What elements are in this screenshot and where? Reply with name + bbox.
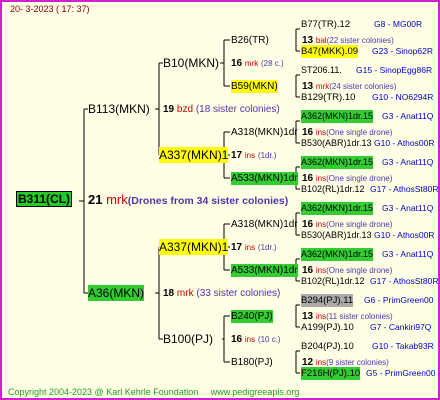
gen3-note-8: (9 sister colonies) xyxy=(326,358,389,367)
leaf-7[interactable]: A362(MKN)1dr.15 xyxy=(301,156,374,169)
leaf-1[interactable]: B77(TR).12 xyxy=(301,18,350,31)
gen3-mark-5: ins xyxy=(315,220,327,229)
leaf-info-14: G7 - Cankiri97Q xyxy=(370,322,432,332)
leaf-info-9: G3 - Anat11Q xyxy=(382,203,434,213)
gen2-count-3: 17 xyxy=(231,242,243,253)
gen3-note-2: (24 sister colonies) xyxy=(329,82,397,91)
leaf-16[interactable]: F216H(PJ).10 xyxy=(301,367,361,380)
sire-queen[interactable]: B113(MKN) xyxy=(88,101,150,117)
gen2-drone-info-2: 17 ins (1dr.) xyxy=(231,149,277,162)
leaf-14[interactable]: A199(PJ).10 xyxy=(301,321,354,334)
leaf-info-5: G3 - Anat11Q xyxy=(382,111,434,121)
gen3-queen-6[interactable]: A533(MKN)1dr xyxy=(231,264,298,277)
root-queen-name: B311(CL) xyxy=(16,191,73,207)
leaf-11[interactable]: A362(MKN)1dr.15 xyxy=(301,248,374,261)
leaf-10[interactable]: B530(ABR)1dr.13 xyxy=(301,229,372,242)
leaf-info-10: G10 - Athos00R xyxy=(374,230,435,240)
leaf-info-2: G23 - Sinop62R xyxy=(372,46,433,56)
footer: Copyright 2004-2023 @ Karl Kehrle Founda… xyxy=(8,387,299,397)
gen2-count-4: 16 xyxy=(231,334,243,345)
site-link[interactable]: www.pedigreeapis.org xyxy=(211,387,300,397)
gen3-mark-1: bal xyxy=(315,36,327,45)
gen2-queen-1[interactable]: B10(MKN) xyxy=(163,55,219,71)
gen3-note-6: (One single drone) xyxy=(326,266,393,275)
gen3-mark-3: ins xyxy=(315,128,327,137)
gen3-queen-1[interactable]: B26(TR) xyxy=(231,34,269,47)
gen3-note-5: (One single drone) xyxy=(326,220,393,229)
leaf-info-13: G6 - PrimGreen00 xyxy=(364,295,434,305)
leaf-12[interactable]: B102(RL)1dr.12 xyxy=(301,275,365,288)
leaf-3[interactable]: ST206.11. xyxy=(301,64,342,77)
leaf-4[interactable]: B129(TR).10 xyxy=(301,91,355,104)
gen3-queen-3[interactable]: A318(MKN)1dr xyxy=(231,126,298,139)
gen2-drone-info-4: 16 ins (10 c.) xyxy=(231,333,281,346)
gen3-mark-4: ins xyxy=(315,174,327,183)
sire-drone-info: 19 bzd (18 sister colonies) xyxy=(163,103,280,116)
root-mark: mrk xyxy=(106,192,128,207)
gen3-queen-5[interactable]: A318(MKN)1dr xyxy=(231,218,298,231)
sire-mark: bzd xyxy=(176,104,194,115)
leaf-info-16: G5 - PrimGreen00 xyxy=(366,368,436,378)
leaf-info-8: G17 - AthosSt80R xyxy=(370,184,439,194)
dam-count: 18 xyxy=(163,288,175,299)
leaf-info-6: G10 - Athos00R xyxy=(374,138,435,148)
leaf-info-4: G10 - NO6294R xyxy=(372,92,434,102)
gen2-note-2: (1dr.) xyxy=(257,151,277,160)
sire-note: (18 sister colonies) xyxy=(195,104,280,115)
root-note: (Drones from 34 sister colonies) xyxy=(127,195,289,207)
gen2-count-2: 17 xyxy=(231,150,243,161)
gen2-queen-4[interactable]: B100(PJ) xyxy=(163,331,213,347)
generation-date: 20- 3-2023 ( 17: 37) xyxy=(10,4,90,14)
gen2-count-1: 16 xyxy=(231,58,243,69)
gen3-mark-2: mrk xyxy=(315,82,330,91)
root-drone-info: 21 mrk(Drones from 34 sister colonies) xyxy=(88,193,288,208)
gen2-mark-1: mrk xyxy=(244,59,259,68)
gen2-note-3: (1dr.) xyxy=(257,243,277,252)
leaf-6[interactable]: B530(ABR)1dr.13 xyxy=(301,137,372,150)
gen3-note-3: (One single drone) xyxy=(326,128,393,137)
root-queen[interactable]: B311(CL) xyxy=(16,191,73,207)
gen2-note-4: (10 c.) xyxy=(257,335,281,344)
gen3-note-1: (22 sister colonies) xyxy=(326,36,394,45)
leaf-info-1: G8 - MG00R xyxy=(374,19,423,29)
dam-drone-info: 18 mrk (33 sister colonies) xyxy=(163,287,280,300)
leaf-info-15: G10 - Takab93R xyxy=(372,341,434,351)
gen3-queen-8[interactable]: B180(PJ) xyxy=(231,356,273,369)
gen2-queen-3[interactable]: A337(MKN)1 xyxy=(159,239,229,255)
leaf-info-11: G3 - Anat11Q xyxy=(382,249,434,259)
copyright-text: Copyright 2004-2023 @ Karl Kehrle Founda… xyxy=(8,387,199,397)
leaf-info-7: G3 - Anat11Q xyxy=(382,157,434,167)
gen2-mark-3: ins xyxy=(244,243,256,252)
leaf-5[interactable]: A362(MKN)1dr.15 xyxy=(301,110,374,123)
leaf-8[interactable]: B102(RL)1dr.12 xyxy=(301,183,365,196)
gen3-note-7: (11 sister colonies) xyxy=(326,312,393,321)
leaf-15[interactable]: B204(PJ).10 xyxy=(301,340,354,353)
pedigree-frame: 20- 3-2023 ( 17: 37) B311(CL) 21 mrk(Dro… xyxy=(0,0,440,400)
dam-mark: mrk xyxy=(176,288,194,299)
gen2-mark-4: ins xyxy=(244,335,256,344)
gen2-drone-info-1: 16 mrk (28 c.) xyxy=(231,57,284,70)
dam-note: (33 sister colonies) xyxy=(196,288,281,299)
gen3-mark-6: ins xyxy=(315,266,327,275)
leaf-9[interactable]: A362(MKN)1dr.15 xyxy=(301,202,374,215)
root-count: 21 xyxy=(88,192,103,207)
leaf-2[interactable]: B47(MKK).09 xyxy=(301,45,359,58)
gen2-note-1: (28 c.) xyxy=(261,59,284,68)
leaf-info-3: G15 - SinopEgg86R xyxy=(356,65,433,75)
gen3-mark-8: ins xyxy=(315,358,327,367)
gen2-queen-2[interactable]: A337(MKN)1 xyxy=(159,147,229,163)
leaf-13[interactable]: B294(PJ).11 xyxy=(301,294,354,307)
gen3-note-4: (One single drone) xyxy=(326,174,393,183)
gen2-drone-info-3: 17 ins (1dr.) xyxy=(231,241,277,254)
gen3-queen-4[interactable]: A533(MKN)1dr xyxy=(231,172,298,185)
dam-queen[interactable]: A36(MKN) xyxy=(88,285,145,301)
gen3-queen-7[interactable]: B240(PJ) xyxy=(231,310,273,323)
sire-count: 19 xyxy=(163,104,175,115)
gen2-mark-2: ins xyxy=(244,151,256,160)
gen3-queen-2[interactable]: B59(MKN) xyxy=(231,80,278,93)
gen3-mark-7: ins xyxy=(315,312,327,321)
leaf-info-12: G17 - AthosSt80R xyxy=(370,276,439,286)
